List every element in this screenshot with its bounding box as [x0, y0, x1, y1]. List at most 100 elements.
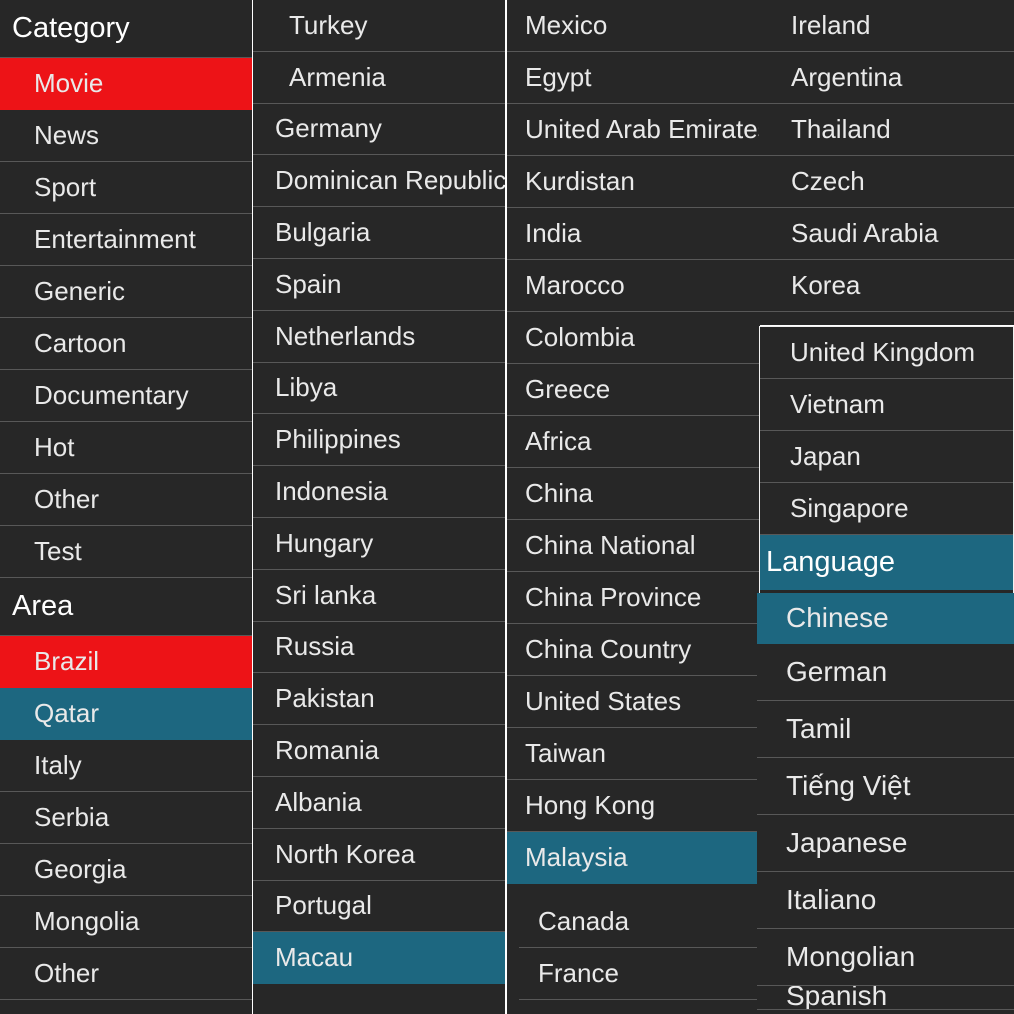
area-item-georgia[interactable]: Georgia [0, 844, 252, 896]
category-item-test[interactable]: Test [0, 526, 252, 578]
country-item-taiwan[interactable]: Taiwan [507, 728, 760, 780]
category-item-sport[interactable]: Sport [0, 162, 252, 214]
country-item-label: United States [525, 686, 682, 716]
area-item-mongolia[interactable]: Mongolia [0, 896, 252, 948]
country-item-czech[interactable]: Czech [759, 156, 1014, 208]
country-item-canada[interactable]: Canada [519, 896, 760, 948]
category-item-news[interactable]: News [0, 110, 252, 162]
country-item-germany[interactable]: Germany [253, 103, 505, 156]
country-item-vietnam[interactable]: Vietnam [760, 379, 1013, 431]
country-item-north-korea[interactable]: North Korea [253, 828, 505, 881]
country-item-label: Mexico [525, 10, 608, 40]
country-item-portugal[interactable]: Portugal [253, 880, 505, 933]
category-header: Category [0, 0, 252, 58]
country-item-label: Turkey [289, 9, 368, 40]
country-item-marocco[interactable]: Marocco [507, 260, 760, 312]
country-item-armenia[interactable]: Armenia [253, 51, 505, 104]
country-item-label: United Kingdom [790, 337, 975, 367]
country-item-netherlands[interactable]: Netherlands [253, 310, 505, 363]
country-item-korea[interactable]: Korea [759, 260, 1014, 312]
country-overlay-panel: United Kingdom Vietnam Japan Singapore L… [759, 326, 1014, 594]
country-item-albania[interactable]: Albania [253, 776, 505, 829]
language-item-mongolian[interactable]: Mongolian [757, 929, 1014, 986]
category-item-documentary[interactable]: Documentary [0, 370, 252, 422]
area-item-qatar[interactable]: Qatar [0, 688, 252, 740]
country-item-china[interactable]: China [507, 468, 760, 520]
category-item-hot[interactable]: Hot [0, 422, 252, 474]
country-item-united-arab-emirates[interactable]: United Arab Emirates [507, 104, 760, 156]
country-item-label: Egypt [525, 62, 592, 92]
area-item-brazil[interactable]: Brazil [0, 636, 252, 688]
area-item-italy[interactable]: Italy [0, 740, 252, 792]
country-item-kurdistan[interactable]: Kurdistan [507, 156, 760, 208]
country-item-china-province[interactable]: China Province [507, 572, 760, 624]
country-item-philippines[interactable]: Philippines [253, 414, 505, 467]
country-item-label: Canada [538, 906, 630, 936]
area-item-label: Italy [34, 750, 82, 780]
country-item-colombia[interactable]: Colombia [507, 312, 760, 364]
category-item-cartoon[interactable]: Cartoon [0, 318, 252, 370]
country-column-four: Ireland Argentina Thailand Czech Saudi A… [759, 0, 1014, 325]
country-item-spain[interactable]: Spain [253, 258, 505, 311]
country-item-bulgaria[interactable]: Bulgaria [253, 207, 505, 259]
country-item-label: Vietnam [790, 389, 885, 419]
category-item-entertainment[interactable]: Entertainment [0, 214, 252, 266]
country-item-ireland[interactable]: Ireland [759, 0, 1014, 52]
country-item-malaysia[interactable]: Malaysia [507, 832, 760, 884]
country-item-argentina[interactable]: Argentina [759, 52, 1014, 104]
language-item-label: Tiếng Việt [786, 770, 911, 801]
country-item-china-national[interactable]: China National [507, 520, 760, 572]
country-item-thailand[interactable]: Thailand [759, 104, 1014, 156]
language-item-tamil[interactable]: Tamil [757, 701, 1014, 758]
category-item-other[interactable]: Other [0, 474, 252, 526]
country-item-india[interactable]: India [507, 208, 760, 260]
category-item-movie[interactable]: Movie [0, 58, 252, 110]
country-subpanel: Canada France [519, 896, 760, 1014]
country-item-singapore[interactable]: Singapore [760, 483, 1013, 535]
category-item-generic[interactable]: Generic [0, 266, 252, 318]
country-item-label: Korea [791, 270, 861, 300]
country-item-united-states[interactable]: United States [507, 676, 760, 728]
category-item-label: Generic [34, 276, 126, 306]
country-item-turkey[interactable]: Turkey [253, 0, 505, 52]
country-item-hong-kong[interactable]: Hong Kong [507, 780, 760, 832]
area-header: Area [0, 578, 252, 636]
language-item-spanish[interactable]: Spanish [757, 986, 1014, 1010]
country-item-label: Marocco [525, 270, 625, 300]
country-item-greece[interactable]: Greece [507, 364, 760, 416]
country-item-france[interactable]: France [519, 948, 760, 1000]
country-item-romania[interactable]: Romania [253, 725, 505, 777]
country-item-label: Taiwan [525, 738, 606, 768]
country-item-pakistan[interactable]: Pakistan [253, 673, 505, 726]
language-item-italiano[interactable]: Italiano [757, 872, 1014, 929]
country-item-egypt[interactable]: Egypt [507, 52, 760, 104]
language-item-german[interactable]: German [757, 644, 1014, 701]
country-item-sri-lanka[interactable]: Sri lanka [253, 569, 505, 622]
area-item-label: Georgia [34, 854, 127, 884]
country-item-china-country[interactable]: China Country [507, 624, 760, 676]
language-item-label: Japanese [786, 827, 908, 858]
country-item-label: Malaysia [525, 842, 628, 872]
country-item-label: Ireland [791, 10, 871, 40]
category-item-label: Test [34, 536, 82, 566]
area-item-label: Brazil [34, 646, 100, 676]
country-item-japan[interactable]: Japan [760, 431, 1013, 483]
country-item-africa[interactable]: Africa [507, 416, 760, 468]
language-item-japanese[interactable]: Japanese [757, 815, 1014, 872]
language-item-tieng-viet[interactable]: Tiếng Việt [757, 758, 1014, 815]
selector-screen: Category Movie News Sport Entertainment … [0, 0, 1014, 1014]
country-item-united-kingdom[interactable]: United Kingdom [760, 327, 1013, 379]
country-item-libya[interactable]: Libya [253, 362, 505, 415]
country-item-saudi-arabia[interactable]: Saudi Arabia [759, 208, 1014, 260]
area-item-other[interactable]: Other [0, 948, 252, 1000]
country-item-label: Bulgaria [275, 217, 371, 248]
language-item-chinese[interactable]: Chinese [757, 593, 1014, 644]
country-item-indonesia[interactable]: Indonesia [253, 466, 505, 518]
country-item-mexico[interactable]: Mexico [507, 0, 760, 52]
country-item-label: Portugal [275, 890, 372, 921]
area-item-serbia[interactable]: Serbia [0, 792, 252, 844]
country-item-hungary[interactable]: Hungary [253, 517, 505, 570]
country-item-macau[interactable]: Macau [253, 932, 505, 985]
country-item-dominican-republic[interactable]: Dominican Republic [253, 155, 505, 208]
country-item-russia[interactable]: Russia [253, 621, 505, 674]
